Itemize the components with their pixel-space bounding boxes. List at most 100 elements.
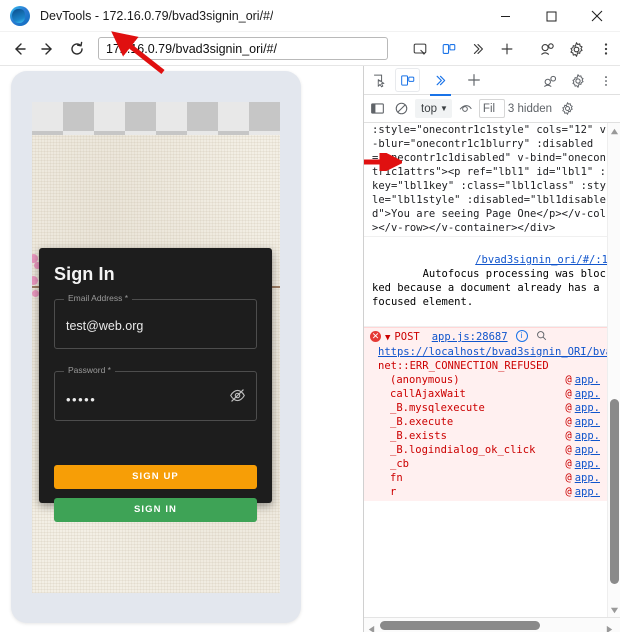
warning-source-link[interactable]: /bvad3signin_ori/#/:1: [475, 253, 608, 267]
stack-frame-row[interactable]: _B.mysqlexecute @ app.: [370, 401, 608, 415]
phone-screen[interactable]: Sign In Email Address * test@web.org Pas…: [32, 102, 280, 593]
console-toolbar: top ▼ Fil 3 hidden: [364, 95, 620, 123]
live-expression-icon[interactable]: [455, 98, 476, 119]
phone-frame: Sign In Email Address * test@web.org Pas…: [11, 71, 301, 623]
browser-toolbar: 172.16.0.79/bvad3signin_ori/#/: [0, 32, 620, 66]
stack-frame-row[interactable]: r @ app.: [370, 485, 608, 499]
reload-icon[interactable]: [64, 36, 90, 62]
stack-at-symbol: @: [565, 472, 572, 484]
console-horizontal-scrollbar[interactable]: [364, 617, 620, 632]
close-button[interactable]: [574, 0, 620, 32]
error-source-link[interactable]: app.js:28687: [432, 330, 508, 344]
eye-off-icon[interactable]: [229, 387, 246, 404]
forward-icon[interactable]: [35, 36, 61, 62]
stack-function-name: fn: [390, 472, 403, 484]
console-scroll-thumb[interactable]: [610, 399, 619, 584]
error-request-url[interactable]: https://localhost/bvad3signin_ORI/bvad3s…: [370, 345, 620, 359]
devtools-pane: top ▼ Fil 3 hidden :style="onecontr1c1st…: [364, 66, 620, 632]
scroll-left-arrow-icon[interactable]: [367, 621, 376, 632]
password-field-label: Password *: [64, 365, 115, 375]
back-icon[interactable]: [6, 36, 32, 62]
stack-frame-row[interactable]: _B.logindialog_ok_click @ app.: [370, 443, 608, 457]
stack-function-name: (anonymous): [390, 374, 460, 386]
signin-button[interactable]: SIGN IN: [54, 498, 257, 522]
email-field-value: test@web.org: [66, 319, 144, 333]
window-titlebar: DevTools - 172.16.0.79/bvad3signin_ori/#…: [0, 0, 620, 32]
stack-function-name: callAjaxWait: [390, 388, 466, 400]
console-vertical-scrollbar[interactable]: [607, 123, 620, 617]
email-field[interactable]: Email Address * test@web.org: [54, 293, 257, 349]
chevron-double-right-icon[interactable]: [463, 35, 492, 64]
stack-source-link[interactable]: app.: [575, 373, 600, 387]
chevron-down-icon: ▼: [440, 104, 448, 113]
console-context-selector[interactable]: top ▼: [415, 99, 452, 118]
more-options-icon[interactable]: [591, 35, 620, 64]
stack-frame-row[interactable]: fn @ app.: [370, 471, 608, 485]
stack-source-link[interactable]: app.: [575, 485, 600, 499]
add-icon[interactable]: [492, 35, 521, 64]
settings-gear-icon[interactable]: [562, 35, 591, 64]
devtools-more-options-icon[interactable]: [593, 69, 618, 93]
password-field[interactable]: Password * •••••: [54, 365, 257, 421]
stack-function-name: _B.execute: [390, 416, 454, 428]
scroll-up-arrow-icon[interactable]: [610, 126, 619, 135]
devtools-customize-icon[interactable]: [537, 69, 562, 93]
search-icon[interactable]: [536, 330, 547, 345]
stack-at-symbol: @: [565, 402, 572, 414]
stack-source-link[interactable]: app.: [575, 415, 600, 429]
device-emulation-pane: Sign In Email Address * test@web.org Pas…: [0, 31, 364, 632]
console-settings-gear-icon[interactable]: [557, 98, 578, 119]
devtools-settings-gear-icon[interactable]: [565, 69, 590, 93]
stack-function-name: _cb: [390, 458, 409, 470]
clear-console-icon[interactable]: [391, 98, 412, 119]
stack-function-name: r: [390, 486, 397, 498]
window-controls: [482, 0, 620, 32]
scroll-right-arrow-icon[interactable]: [605, 621, 614, 632]
console-context-value: top: [421, 102, 437, 115]
collections-icon[interactable]: [405, 35, 434, 64]
stack-frame-row[interactable]: callAjaxWait @ app.: [370, 387, 608, 401]
hidden-messages-count[interactable]: 3 hidden: [508, 103, 552, 115]
address-bar[interactable]: 172.16.0.79/bvad3signin_ori/#/: [98, 37, 388, 60]
console-error-message[interactable]: ✕ ▼ POST app.js:28687 i https://localhos…: [364, 327, 620, 501]
toggle-device-toolbar-icon[interactable]: [395, 68, 420, 92]
error-header: ✕ ▼ POST app.js:28687 i: [370, 330, 608, 345]
console-filter-input[interactable]: Fil: [478, 99, 505, 118]
console-html-message[interactable]: :style="onecontr1c1style" cols="12" v-bl…: [364, 123, 620, 236]
stack-source-link[interactable]: app.: [575, 457, 600, 471]
browser-essentials-icon[interactable]: [533, 35, 562, 64]
stack-at-symbol: @: [565, 458, 572, 470]
stack-source-link[interactable]: app.: [575, 401, 600, 415]
stack-at-symbol: @: [565, 416, 572, 428]
stack-source-link[interactable]: app.: [575, 429, 600, 443]
stack-frame-row[interactable]: _B.exists @ app.: [370, 429, 608, 443]
devtools-tabbar-actions: [534, 66, 618, 95]
console-sidebar-icon[interactable]: [367, 98, 388, 119]
stack-frame-row[interactable]: (anonymous) @ app.: [370, 373, 608, 387]
minimize-button[interactable]: [482, 0, 528, 32]
console-message-list[interactable]: :style="onecontr1c1style" cols="12" v-bl…: [364, 123, 620, 617]
signup-button[interactable]: SIGN UP: [54, 465, 257, 489]
more-tabs-chevron-icon[interactable]: [428, 68, 453, 96]
edge-logo-icon: [10, 5, 30, 26]
issue-info-icon[interactable]: i: [515, 330, 528, 342]
stack-function-name: _B.exists: [390, 430, 447, 442]
stack-at-symbol: @: [565, 430, 572, 442]
split-screen-icon[interactable]: [434, 35, 463, 64]
devtools-tabbar: [364, 66, 620, 96]
stack-frame-row[interactable]: _B.execute @ app.: [370, 415, 608, 429]
stack-at-symbol: @: [565, 444, 572, 456]
add-panel-icon[interactable]: [461, 68, 486, 92]
scroll-down-arrow-icon[interactable]: [610, 605, 619, 614]
stack-source-link[interactable]: app.: [575, 443, 600, 457]
stack-source-link[interactable]: app.: [575, 471, 600, 485]
stack-source-link[interactable]: app.: [575, 387, 600, 401]
console-warning-message[interactable]: /bvad3signin_ori/#/:1 Autofocus processi…: [364, 236, 620, 327]
inspect-element-icon[interactable]: [367, 68, 392, 92]
expand-caret-icon[interactable]: ▼: [385, 331, 390, 345]
console-hscroll-thumb[interactable]: [380, 621, 540, 630]
stack-function-name: _B.logindialog_ok_click: [390, 444, 536, 456]
warning-text: Autofocus processing was blocked because…: [372, 268, 606, 308]
stack-frame-row[interactable]: _cb @ app.: [370, 457, 608, 471]
maximize-button[interactable]: [528, 0, 574, 32]
